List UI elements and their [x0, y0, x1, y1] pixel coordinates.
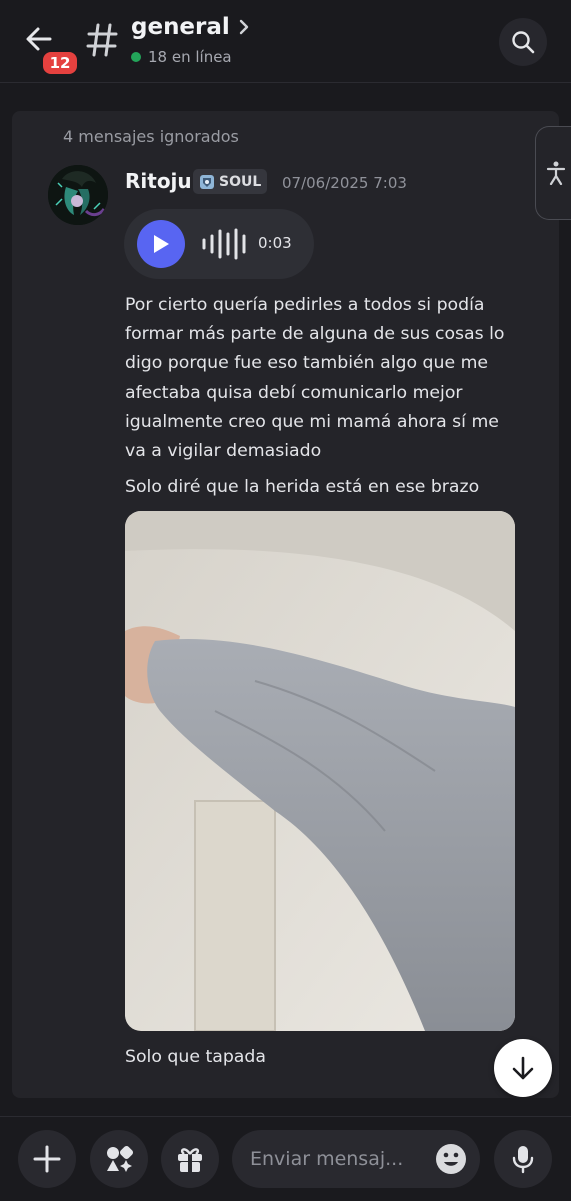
search-icon	[512, 31, 535, 54]
message-composer	[0, 1116, 571, 1201]
search-button[interactable]	[499, 18, 547, 66]
add-attachment-button[interactable]	[18, 1130, 76, 1188]
message-text: Solo diré que la herida está en ese braz…	[125, 477, 480, 497]
play-icon	[154, 235, 169, 253]
server-tag-label: SOUL	[219, 173, 262, 190]
text-channel-icon	[86, 23, 118, 57]
avatar[interactable]	[48, 165, 108, 225]
plus-icon	[33, 1145, 61, 1173]
server-tag[interactable]: SOUL	[193, 169, 268, 194]
channel-title[interactable]: general	[131, 14, 250, 40]
microphone-icon	[512, 1146, 534, 1174]
voice-record-button[interactable]	[494, 1130, 552, 1188]
waveform-icon	[202, 228, 246, 260]
unread-badge: 12	[40, 49, 80, 77]
apps-icon	[107, 1145, 134, 1172]
accessibility-button[interactable]	[535, 126, 571, 220]
author-name[interactable]: Ritoju	[125, 169, 192, 193]
ignored-messages-notice[interactable]: 4 mensajes ignorados	[63, 127, 239, 146]
online-label: 18 en línea	[148, 48, 232, 66]
message-text: Solo que tapada	[125, 1047, 266, 1067]
message-input[interactable]	[250, 1130, 430, 1188]
shield-icon	[200, 174, 214, 189]
image-attachment[interactable]	[125, 511, 515, 1031]
online-count: 18 en línea	[131, 48, 232, 66]
channel-header: 12 general 18 en línea	[0, 0, 571, 83]
avatar-image	[48, 165, 108, 225]
online-dot-icon	[131, 52, 141, 62]
channel-name: general	[131, 14, 230, 40]
message-text: Por cierto quería pedirles a todos si po…	[125, 295, 505, 462]
message-timestamp: 07/06/2025 7:03	[282, 174, 407, 192]
chevron-right-icon	[239, 19, 248, 35]
arrow-down-icon	[512, 1056, 534, 1080]
message-input-container	[232, 1130, 480, 1188]
message-list[interactable]: 4 mensajes ignorados Ritoju SOUL 07/06/2…	[12, 111, 559, 1098]
jump-to-bottom-button[interactable]	[494, 1039, 552, 1097]
emoji-icon[interactable]	[435, 1143, 467, 1175]
accessibility-icon	[546, 161, 566, 185]
play-button[interactable]	[137, 220, 185, 268]
voice-duration: 0:03	[258, 234, 292, 252]
voice-message: 0:03	[124, 209, 314, 279]
gift-icon	[178, 1148, 202, 1172]
arm-photo	[125, 511, 515, 1031]
gift-button[interactable]	[161, 1130, 219, 1188]
apps-button[interactable]	[90, 1130, 148, 1188]
